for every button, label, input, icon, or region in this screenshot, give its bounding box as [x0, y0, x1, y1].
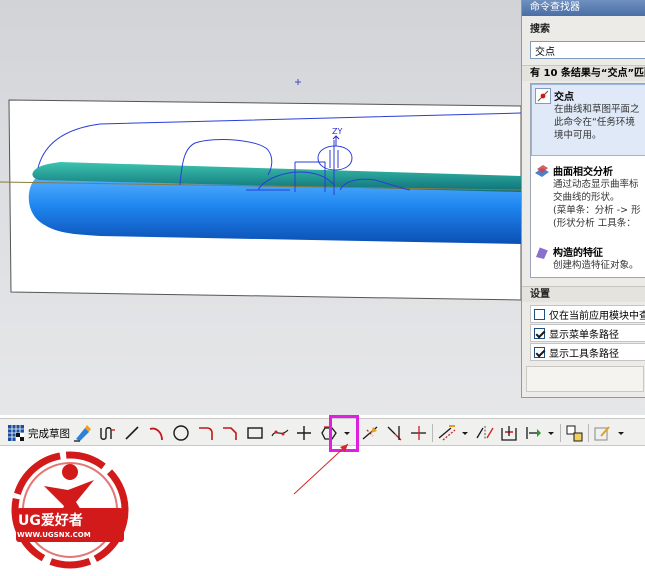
logo-brand-text: UG爱好者 — [18, 513, 83, 529]
logo-url-text: WWW.UGSNX.COM — [17, 531, 91, 539]
screen: ZY 命令查找器 搜索 有 10 条结果与“交点”匹配 交点 在曲线和草图平面之… — [0, 0, 645, 576]
